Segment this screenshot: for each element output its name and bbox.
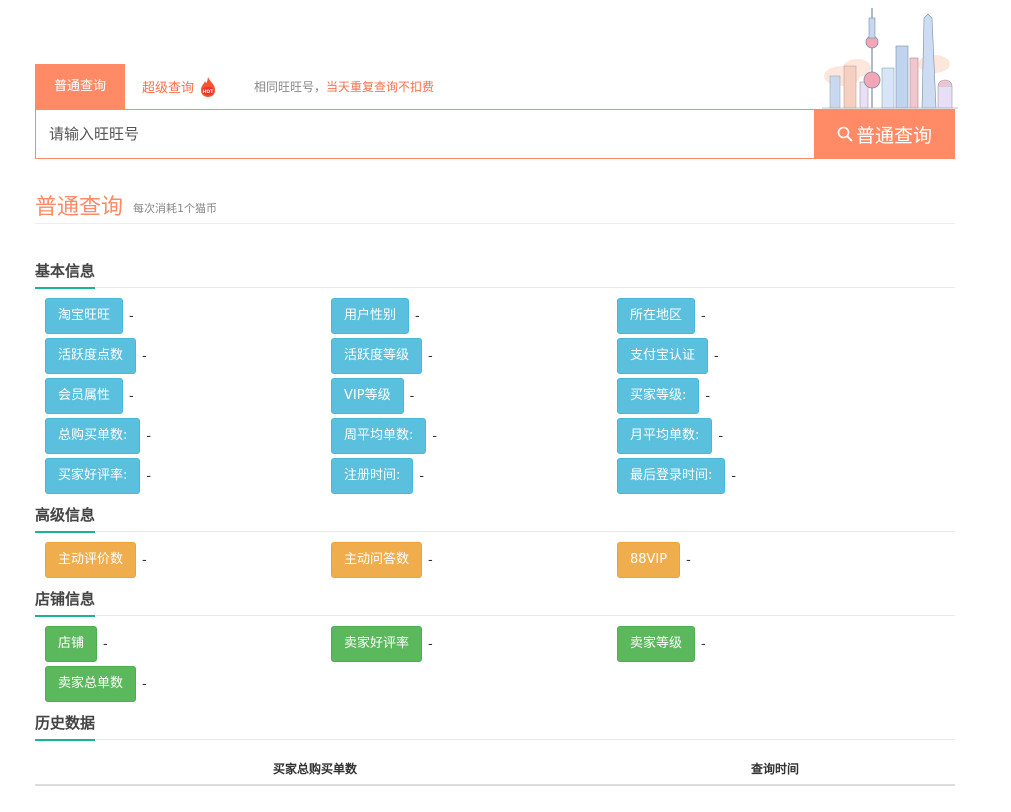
field-value: -	[103, 636, 108, 652]
field-label: 买家等级:	[617, 378, 700, 414]
shop-info-heading: 店铺信息	[35, 587, 955, 617]
field-seller-positive-rate: 卖家好评率 -	[331, 626, 433, 662]
query-cost-note: 每次消耗1个猫币	[133, 201, 218, 215]
query-mode-title: 普通查询	[35, 194, 124, 220]
field-vip-level: VIP等级 -	[331, 378, 415, 414]
search-icon	[837, 126, 853, 142]
field-label: 用户性别	[331, 298, 410, 334]
field-label: 最后登录时间:	[617, 458, 726, 494]
field-value: -	[718, 428, 724, 444]
field-active-qa: 主动问答数 -	[331, 542, 433, 578]
field-label: 店铺	[45, 626, 98, 662]
field-buyer-level: 买家等级: -	[617, 378, 711, 414]
field-label: 月平均单数:	[617, 418, 713, 454]
basic-info-title: 基本信息	[35, 259, 96, 289]
field-label: 总购买单数:	[45, 418, 141, 454]
field-value: -	[146, 468, 152, 484]
field-label: 周平均单数:	[331, 418, 427, 454]
field-register-time: 注册时间: -	[331, 458, 425, 494]
basic-info-heading: 基本信息	[35, 259, 955, 289]
history-data-heading: 历史数据	[35, 711, 955, 741]
repeat-query-note-prefix: 相同旺旺号，	[254, 80, 327, 94]
field-shop: 店铺 -	[45, 626, 108, 662]
field-value: -	[428, 552, 433, 568]
field-label: 会员属性	[45, 378, 124, 414]
field-label: 主动评价数	[45, 542, 137, 578]
field-alipay-verified: 支付宝认证 -	[617, 338, 719, 374]
column-header-query-time: 查询时间	[750, 761, 799, 776]
field-value: -	[146, 428, 152, 444]
field-value: -	[432, 428, 438, 444]
field-total-orders: 总购买单数: -	[45, 418, 152, 454]
field-label: 所在地区	[617, 298, 696, 334]
city-skyline-illustration	[822, 8, 958, 109]
field-value: -	[428, 348, 433, 364]
tab-super-query[interactable]: 超级查询 HOT	[142, 76, 218, 98]
hot-flame-icon: HOT	[201, 76, 216, 97]
field-value: -	[686, 552, 691, 568]
field-label: 主动问答数	[331, 542, 423, 578]
field-value: -	[714, 348, 719, 364]
field-value: -	[731, 468, 737, 484]
wangwang-search-input[interactable]	[35, 109, 814, 159]
column-header-total-orders: 买家总购买单数	[272, 761, 357, 776]
field-seller-level: 卖家等级 -	[617, 626, 706, 662]
field-label: 支付宝认证	[617, 338, 709, 374]
field-weekly-avg-orders: 周平均单数: -	[331, 418, 438, 454]
field-label: 卖家等级	[617, 626, 696, 662]
field-value: -	[705, 388, 711, 404]
field-value: -	[142, 552, 147, 568]
advanced-info-title: 高级信息	[35, 503, 96, 533]
field-region: 所在地区 -	[617, 298, 706, 334]
field-activity-points: 活跃度点数 -	[45, 338, 147, 374]
tab-super-query-label: 超级查询	[142, 81, 195, 96]
field-value: -	[409, 388, 415, 404]
field-label: 买家好评率:	[45, 458, 141, 494]
field-user-gender: 用户性别 -	[331, 298, 420, 334]
tab-normal-query[interactable]: 普通查询	[35, 64, 125, 109]
search-button-label: 普通查询	[855, 124, 932, 147]
field-monthly-avg-orders: 月平均单数: -	[617, 418, 724, 454]
advanced-info-heading: 高级信息	[35, 503, 955, 533]
field-seller-total-orders: 卖家总单数 -	[45, 666, 147, 702]
field-member-type: 会员属性 -	[45, 378, 134, 414]
field-last-login-time: 最后登录时间: -	[617, 458, 737, 494]
search-bar: 普通查询	[35, 109, 955, 159]
field-value: -	[419, 468, 425, 484]
field-taobao-wangwang: 淘宝旺旺 -	[45, 298, 134, 334]
field-88vip: 88VIP -	[617, 542, 691, 578]
field-label: 淘宝旺旺	[45, 298, 124, 334]
field-value: -	[415, 308, 420, 324]
field-label: 活跃度等级	[331, 338, 423, 374]
history-data-title: 历史数据	[35, 711, 96, 741]
repeat-query-note-warning: 当天重复查询不扣费	[326, 80, 435, 94]
field-value: -	[142, 676, 147, 692]
field-activity-level: 活跃度等级 -	[331, 338, 433, 374]
field-active-reviews: 主动评价数 -	[45, 542, 147, 578]
field-label: 活跃度点数	[45, 338, 137, 374]
shop-info-title: 店铺信息	[35, 587, 96, 617]
field-value: -	[701, 308, 706, 324]
field-label: 卖家总单数	[45, 666, 137, 702]
field-value: -	[129, 388, 134, 404]
field-label: 卖家好评率	[331, 626, 423, 662]
normal-query-search-button[interactable]: 普通查询	[814, 109, 955, 159]
hot-badge-text: HOT	[203, 89, 215, 95]
field-value: -	[428, 636, 433, 652]
field-label: VIP等级	[331, 378, 404, 414]
query-mode-heading: 普通查询 每次消耗1个猫币	[35, 186, 955, 224]
query-tabs: 普通查询 超级查询 HOT 相同旺旺号，当天重复查询不扣费	[35, 64, 434, 109]
repeat-query-note: 相同旺旺号，当天重复查询不扣费	[254, 78, 434, 95]
field-buyer-positive-rate: 买家好评率: -	[45, 458, 152, 494]
history-table-header: 买家总购买单数 查询时间	[35, 752, 955, 786]
field-value: -	[701, 636, 706, 652]
field-value: -	[129, 308, 134, 324]
field-label: 注册时间:	[331, 458, 414, 494]
field-value: -	[142, 348, 147, 364]
field-label: 88VIP	[617, 542, 681, 578]
